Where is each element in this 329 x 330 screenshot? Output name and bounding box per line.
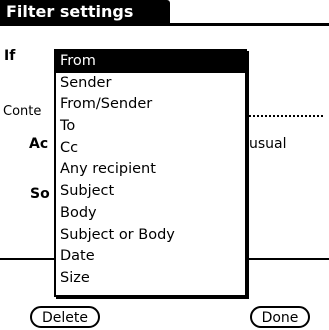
menu-item-from-sender[interactable]: From/Sender [56,94,245,116]
action-value[interactable]: usual [249,136,287,152]
done-button[interactable]: Done [250,306,310,328]
menu-item-from[interactable]: From [56,51,245,73]
menu-item-sender[interactable]: Sender [56,73,245,95]
sort-label: So [30,186,50,202]
menu-item-subject[interactable]: Subject [56,181,245,203]
field-dropdown-menu: From Sender From/Sender To Cc Any recipient Su… [54,49,247,297]
action-label: Ac [29,136,49,152]
if-label: If [4,48,16,64]
menu-item-size[interactable]: Size [56,268,245,290]
page-title: Filter settings [0,0,170,23]
menu-item-any-recipient[interactable]: Any recipient [56,159,245,181]
menu-item-to[interactable]: To [56,116,245,138]
contains-field-underline[interactable] [237,115,323,117]
menu-item-body[interactable]: Body [56,203,245,225]
menu-item-date[interactable]: Date [56,246,245,268]
delete-button[interactable]: Delete [30,306,100,328]
contains-label: Conte [3,104,42,119]
title-bar: Filter settings [0,0,329,26]
menu-item-subject-or-body[interactable]: Subject or Body [56,225,245,247]
menu-item-cc[interactable]: Cc [56,138,245,160]
